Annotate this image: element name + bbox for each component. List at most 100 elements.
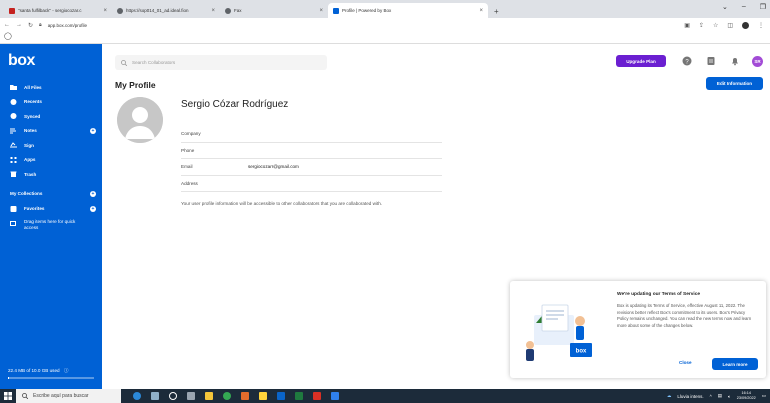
field-row-phone: Phone — [181, 143, 442, 159]
sidebar-item-label: All Files — [24, 84, 42, 90]
sidebar-item-favorites[interactable]: Favorites + — [0, 202, 102, 217]
forward-icon[interactable]: → — [16, 22, 22, 28]
profile-avatar[interactable] — [117, 97, 163, 143]
system-tray: ☁ Lluvia intens. ^ ▤ 🔈︎ 16:14 23/09/2022… — [667, 389, 766, 403]
browser-tab-active[interactable]: Profile | Powered by Box × — [328, 3, 488, 18]
tab-close-icon[interactable]: × — [479, 8, 483, 14]
browser-menu-icon[interactable]: ⋮ — [758, 22, 764, 29]
weather-icon[interactable]: ☁ — [667, 393, 672, 399]
bookmark-star-icon[interactable]: ☆ — [713, 22, 718, 29]
terms-illustration-icon: box — [526, 304, 592, 361]
new-tab-button[interactable]: + — [488, 7, 505, 18]
windows-start-button[interactable] — [0, 392, 16, 400]
info-icon[interactable]: ⓘ — [64, 368, 69, 373]
tab-search-icon[interactable]: ⌄ — [722, 3, 728, 11]
trash-icon — [10, 171, 17, 178]
bookmarks-bar: ◯ — [0, 32, 770, 44]
tab-close-icon[interactable]: × — [211, 8, 215, 14]
excel-icon[interactable] — [295, 392, 303, 400]
cortana-icon[interactable] — [133, 392, 141, 400]
url-field[interactable]: app.box.com/profile — [48, 23, 87, 28]
widgets-icon[interactable] — [187, 392, 195, 400]
box-logo[interactable]: box — [8, 52, 35, 70]
chrome-icon[interactable] — [223, 392, 231, 400]
maximize-icon[interactable]: ❐ — [760, 3, 766, 11]
mail-icon[interactable] — [277, 392, 285, 400]
add-collection-icon[interactable]: + — [90, 190, 96, 197]
acrobat-icon[interactable] — [313, 392, 321, 400]
sidepanel-icon[interactable]: ◫ — [727, 22, 733, 29]
github-icon[interactable]: ◯ — [4, 33, 12, 40]
notifications-icon[interactable]: ▭ — [762, 393, 766, 399]
app-icon[interactable] — [331, 392, 339, 400]
notes-icon — [10, 128, 16, 134]
storage-bar — [8, 377, 94, 379]
edit-information-button[interactable]: Edit Information — [706, 77, 763, 90]
quick-access-dropzone[interactable]: Drag items here for quick access — [0, 219, 102, 231]
search-icon — [22, 393, 28, 399]
storage-usage[interactable]: 22.4 MB of 10.0 GB used ⓘ — [8, 368, 68, 374]
network-icon[interactable]: ▤ — [718, 393, 722, 399]
back-icon[interactable]: ← — [4, 22, 10, 28]
add-note-icon[interactable]: + — [90, 127, 96, 134]
sidebar-item-sign[interactable]: Sign — [0, 138, 102, 153]
field-label: Phone — [181, 147, 195, 153]
sidebar-item-all-files[interactable]: All Files — [0, 80, 102, 95]
clock-icon — [10, 98, 17, 105]
share-icon[interactable]: ⇪ — [699, 22, 704, 29]
help-icon[interactable]: ? — [682, 56, 692, 66]
reload-icon[interactable]: ↻ — [28, 22, 33, 29]
learn-more-button[interactable]: Learn more — [712, 358, 758, 370]
app-icon[interactable] — [241, 392, 249, 400]
taskbar-search-text: Escribe aquí para buscar — [33, 393, 89, 399]
field-label: Email — [181, 164, 193, 170]
favorites-options-icon[interactable]: + — [90, 205, 96, 212]
terms-close-button[interactable]: Close — [679, 360, 692, 365]
tab-close-icon[interactable]: × — [103, 8, 107, 14]
page-title: My Profile — [115, 80, 156, 90]
search-input[interactable]: Search Collaborators — [115, 55, 327, 70]
browser-tab[interactable]: https://sop014_01_ad.ideal.fion × — [112, 3, 220, 18]
taskbar-search[interactable]: Escribe aquí para buscar — [16, 389, 121, 403]
notes-icon[interactable] — [706, 56, 716, 66]
address-bar: ← → ↻ 🔒︎ app.box.com/profile ▣ ⇪ ☆ ◫ ⋮ — [0, 18, 770, 32]
sidebar: box All Files Recents Synced Notes + Sig… — [0, 44, 102, 389]
minimize-icon[interactable]: – — [742, 3, 746, 11]
sidebar-item-label: Favorites — [24, 206, 45, 212]
file-explorer-icon[interactable] — [205, 392, 213, 400]
upgrade-plan-button[interactable]: Upgrade Plan — [616, 55, 666, 67]
sidebar-item-notes[interactable]: Notes + — [0, 124, 102, 139]
browser-tab[interactable]: Fax × — [220, 3, 328, 18]
app-icon[interactable] — [259, 392, 267, 400]
globe-favicon-icon — [117, 7, 123, 14]
gmail-favicon-icon — [9, 7, 15, 14]
field-row-address: Address — [181, 176, 442, 192]
storage-text: 22.4 MB of 10.0 GB used — [8, 368, 60, 373]
terms-update-popup: box We're updating our Terms of Service … — [510, 281, 766, 378]
weather-text[interactable]: Lluvia intens. — [677, 394, 703, 399]
task-view-icon[interactable] — [169, 392, 177, 400]
translate-icon[interactable]: ▣ — [684, 22, 690, 29]
os-taskbar: Escribe aquí para buscar ☁ Lluvia intens… — [0, 389, 770, 403]
field-label: Address — [181, 180, 198, 186]
sidebar-item-label: Trash — [24, 171, 37, 177]
sidebar-item-trash[interactable]: Trash — [0, 167, 102, 182]
user-avatar[interactable]: SR — [752, 56, 763, 67]
sidebar-section-collections[interactable]: My Collections + — [0, 186, 102, 202]
profile-visibility-note: Your user profile information will be ac… — [181, 201, 383, 206]
terms-title: We're updating our Terms of Service — [617, 292, 701, 297]
profile-name: Sergio Cózar Rodríguez — [181, 99, 289, 110]
volume-icon[interactable]: 🔈︎ — [728, 394, 731, 399]
bell-icon[interactable] — [730, 56, 740, 66]
weather-app-icon[interactable] — [151, 392, 159, 400]
sidebar-item-apps[interactable]: Apps — [0, 153, 102, 168]
storage-bar-fill — [8, 377, 9, 379]
tab-close-icon[interactable]: × — [319, 8, 323, 14]
clock[interactable]: 16:14 23/09/2022 — [737, 391, 756, 401]
browser-profile-icon[interactable] — [742, 21, 749, 29]
field-row-company: Company — [181, 126, 442, 143]
browser-tab[interactable]: "santa fulfilback" - sergiocozar.c × — [4, 3, 112, 18]
sidebar-item-recents[interactable]: Recents — [0, 95, 102, 110]
sidebar-item-synced[interactable]: Synced — [0, 109, 102, 124]
tray-chevron-icon[interactable]: ^ — [710, 394, 712, 399]
